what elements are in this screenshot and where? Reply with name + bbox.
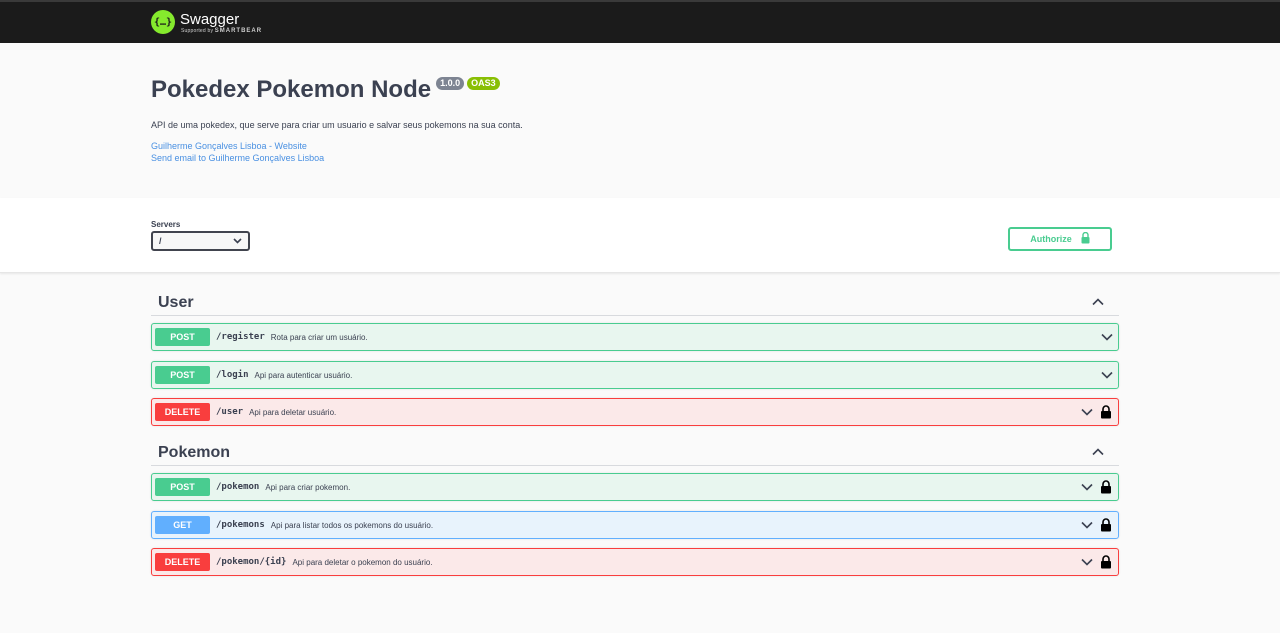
- swagger-logo-icon: {…}: [151, 10, 175, 34]
- lock-icon[interactable]: [1100, 518, 1112, 532]
- method-badge: DELETE: [155, 403, 210, 421]
- operation-path: /login: [216, 370, 249, 380]
- lock-icon[interactable]: [1100, 405, 1112, 419]
- lock-icon[interactable]: [1100, 480, 1112, 494]
- method-badge: POST: [155, 328, 210, 346]
- authorize-label: Authorize: [1030, 234, 1072, 244]
- operation-path: /pokemon/{id}: [216, 557, 287, 567]
- chevron-down-icon: [233, 233, 242, 254]
- top-bar: {…} Swagger Supported by SMARTBEAR: [0, 0, 1280, 43]
- servers-label: Servers: [151, 220, 181, 229]
- method-badge: POST: [155, 478, 210, 496]
- chevron-down-icon[interactable]: [1100, 368, 1114, 382]
- page-title: Pokedex Pokemon Node: [151, 76, 432, 103]
- tag-title-pokemon: Pokemon: [158, 444, 231, 461]
- operation-summary: Rota para criar um usuário.: [270, 332, 368, 342]
- brand-name: Swagger: [180, 10, 240, 28]
- chevron-up-icon[interactable]: [1091, 445, 1105, 459]
- oas-badge: OAS3: [467, 77, 500, 90]
- chevron-down-icon[interactable]: [1080, 405, 1094, 419]
- tag-header-pokemon[interactable]: Pokemon: [151, 438, 1119, 466]
- operation-path: /register: [216, 332, 265, 342]
- scheme-container: Servers / Authorize: [0, 198, 1280, 273]
- lock-icon[interactable]: [1100, 555, 1112, 569]
- logo-text: Swagger Supported by SMARTBEAR: [180, 11, 262, 34]
- method-badge: GET: [155, 516, 210, 534]
- operation-delete-pokemon[interactable]: DELETE /pokemon/{id} Api para deletar o …: [151, 548, 1119, 576]
- operation-path: /user: [216, 407, 244, 417]
- api-info: Pokedex Pokemon Node 1.0.0 OAS3 API de u…: [0, 43, 1280, 198]
- supported-by: Supported by SMARTBEAR: [181, 28, 262, 34]
- servers-selected-value: /: [159, 236, 162, 246]
- chevron-down-icon[interactable]: [1080, 555, 1094, 569]
- operation-get-pokemons[interactable]: GET /pokemons Api para listar todos os p…: [151, 511, 1119, 539]
- operation-path: /pokemons: [216, 520, 265, 530]
- method-badge: DELETE: [155, 553, 210, 571]
- operation-summary: Api para autenticar usuário.: [254, 370, 353, 380]
- website-link[interactable]: Guilherme Gonçalves Lisboa - Website: [151, 141, 307, 151]
- swagger-logo[interactable]: {…} Swagger Supported by SMARTBEAR: [151, 10, 262, 34]
- operation-post-register[interactable]: POST /register Rota para criar um usuári…: [151, 323, 1119, 351]
- operation-summary: Api para criar pokemon.: [265, 482, 351, 492]
- authorize-button[interactable]: Authorize: [1008, 227, 1112, 251]
- unlock-icon: [1081, 231, 1090, 246]
- operation-summary: Api para listar todos os pokemons do usu…: [270, 520, 434, 530]
- api-description: API de uma pokedex, que serve para criar…: [151, 120, 523, 130]
- chevron-down-icon[interactable]: [1080, 480, 1094, 494]
- email-link[interactable]: Send email to Guilherme Gonçalves Lisboa: [151, 153, 324, 163]
- chevron-down-icon[interactable]: [1100, 330, 1114, 344]
- tag-title-user: User: [158, 294, 194, 311]
- operation-summary: Api para deletar usuário.: [249, 407, 337, 417]
- operation-path: /pokemon: [216, 482, 260, 492]
- operation-delete-user[interactable]: DELETE /user Api para deletar usuário.: [151, 398, 1119, 426]
- tag-header-user[interactable]: User: [151, 288, 1119, 316]
- method-badge: POST: [155, 366, 210, 384]
- title-row: Pokedex Pokemon Node 1.0.0 OAS3: [151, 76, 500, 104]
- supported-company: SMARTBEAR: [214, 27, 263, 34]
- version-badge: 1.0.0: [436, 77, 465, 90]
- chevron-up-icon[interactable]: [1091, 295, 1105, 309]
- operation-post-login[interactable]: POST /login Api para autenticar usuário.: [151, 361, 1119, 389]
- supported-by-label: Supported by: [181, 27, 214, 34]
- operation-post-pokemon[interactable]: POST /pokemon Api para criar pokemon.: [151, 473, 1119, 501]
- operation-summary: Api para deletar o pokemon do usuário.: [292, 557, 433, 567]
- servers-select[interactable]: /: [151, 231, 250, 251]
- chevron-down-icon[interactable]: [1080, 518, 1094, 532]
